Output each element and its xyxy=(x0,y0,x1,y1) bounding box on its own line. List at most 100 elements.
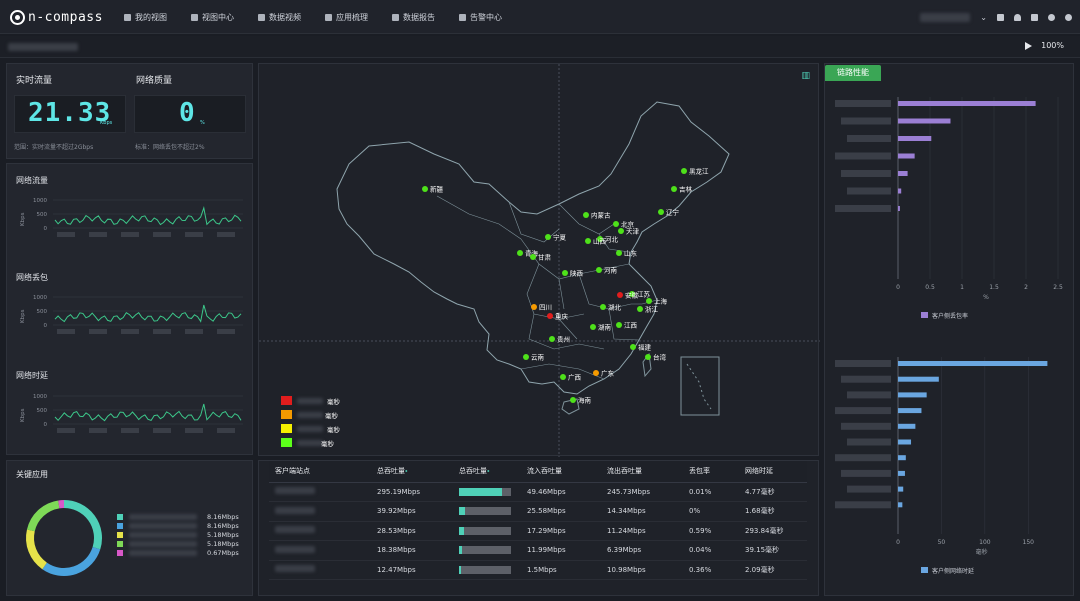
x-tick-label xyxy=(185,428,203,433)
network-quality-note: 标准：网络丢包不超过2% xyxy=(135,144,205,151)
loss-tick-1000: 1000 xyxy=(33,295,47,301)
city-marker xyxy=(658,209,664,215)
key-app-legend-item[interactable]: 0.67Mbps xyxy=(117,549,247,557)
site-name xyxy=(269,501,371,522)
category-label xyxy=(835,454,891,462)
report-icon xyxy=(392,13,399,21)
table-row[interactable]: 18.38Mbps 11.99Mbps 6.39Mbps 0.04% 39.15… xyxy=(269,540,807,561)
city-label: 云南 xyxy=(531,353,545,362)
chevron-down-icon[interactable]: ⌄ xyxy=(980,13,987,22)
x-tick-label xyxy=(185,232,203,237)
col-in[interactable]: 流入吞吐量 xyxy=(521,461,601,483)
dashboard-icon[interactable] xyxy=(1014,13,1021,21)
breadcrumb xyxy=(8,43,78,51)
site-table-panel: 客户端站点 总吞吐量⬩ 总吞吐量⬩ 流入吞吐量 流出吞吐量 丢包率 网络时延 2… xyxy=(258,460,819,596)
logo[interactable]: n-compass xyxy=(10,8,103,26)
app-name xyxy=(129,550,197,556)
nav-alert-center[interactable]: 告警中心 xyxy=(447,0,514,34)
table-row[interactable]: 12.47Mbps 1.5Mbps 10.98Mbps 0.36% 2.09毫秒 xyxy=(269,560,807,580)
category-label xyxy=(835,152,891,160)
bar xyxy=(898,101,1036,106)
key-apps-title: 关键应用 xyxy=(16,470,48,479)
realtime-panel: 实时流量 网络质量 21.33 Kbps 0 % 范围：实时流量不超过2Gbps… xyxy=(6,63,253,159)
city-label: 新疆 xyxy=(430,185,444,194)
category-label xyxy=(847,485,891,493)
gear-icon[interactable] xyxy=(1048,13,1055,21)
city-label: 台湾 xyxy=(653,353,667,362)
x-axis-label: 毫秒 xyxy=(976,548,988,556)
legend-swatch xyxy=(117,541,123,547)
col-loss[interactable]: 丢包率 xyxy=(683,461,739,483)
nav-label: 告警中心 xyxy=(470,12,502,22)
inbound-throughput: 11.99Mbps xyxy=(521,540,601,561)
grid-icon xyxy=(191,13,198,21)
key-apps-donut[interactable] xyxy=(19,493,109,583)
col-total[interactable]: 总吞吐量⬩ xyxy=(371,461,453,483)
table-row[interactable]: 28.53Mbps 17.29Mbps 11.24Mbps 0.59% 293.… xyxy=(269,521,807,541)
user-selector[interactable] xyxy=(920,12,971,22)
col-label: 总吞吐量 xyxy=(459,467,487,476)
col-out[interactable]: 流出吞吐量 xyxy=(601,461,683,483)
notification-bell-icon[interactable] xyxy=(1031,13,1038,21)
city-label: 安徽 xyxy=(625,291,639,300)
city-marker xyxy=(570,397,576,403)
table-row[interactable]: 295.19Mbps 49.46Mbps 245.73Mbps 0.01% 4.… xyxy=(269,482,807,502)
packet-loss: 0.04% xyxy=(683,540,739,561)
throughput-bar xyxy=(453,560,521,580)
latency-ylabel: Kbps xyxy=(20,408,26,422)
network-latency-bar-chart: 0 50 100 150 毫秒客户侧网络时延 xyxy=(835,357,1048,575)
x-tick-label: 2.5 xyxy=(1053,284,1063,291)
play-icon[interactable] xyxy=(1025,42,1032,50)
nav-view-center[interactable]: 视图中心 xyxy=(179,0,246,34)
sort-icon[interactable]: ⬩ xyxy=(405,467,408,475)
city-label: 辽宁 xyxy=(666,208,680,217)
inbound-throughput: 17.29Mbps xyxy=(521,521,601,541)
city-label: 吉林 xyxy=(679,185,693,194)
latency-tick-0: 0 xyxy=(43,422,48,428)
category-label xyxy=(841,469,891,477)
city-marker xyxy=(590,324,596,330)
city-marker xyxy=(560,374,566,380)
inbound-throughput: 49.46Mbps xyxy=(521,482,601,502)
legend-swatch xyxy=(281,396,292,405)
nav-app-mapping[interactable]: 应用梳理 xyxy=(313,0,380,34)
latency: 4.77毫秒 xyxy=(739,482,807,502)
key-app-legend-item[interactable]: 5.18Mbps xyxy=(117,540,247,548)
app-value: 8.16Mbps xyxy=(207,513,239,521)
network-latency-title: 网络时延 xyxy=(16,371,48,380)
legend-swatch xyxy=(921,312,928,318)
category-label xyxy=(835,407,891,415)
table-row[interactable]: 39.92Mbps 25.58Mbps 14.34Mbps 0% 1.68毫秒 xyxy=(269,501,807,522)
col-latency[interactable]: 网络时延 xyxy=(739,461,807,483)
bar xyxy=(898,136,932,141)
col-site[interactable]: 客户端站点 xyxy=(269,461,371,483)
city-marker xyxy=(531,304,537,310)
nav-data-video[interactable]: 数据视频 xyxy=(246,0,313,34)
flow-tick-0: 0 xyxy=(43,226,48,232)
category-label xyxy=(835,205,891,212)
packet-loss: 0.36% xyxy=(683,560,739,580)
latency: 1.68毫秒 xyxy=(739,501,807,522)
tree-icon xyxy=(325,13,332,21)
packet-loss: 0.59% xyxy=(683,521,739,541)
key-app-legend-item[interactable]: 5.18Mbps xyxy=(117,531,247,539)
screen-icon[interactable] xyxy=(997,13,1004,21)
col-total-bar[interactable]: 总吞吐量⬩ xyxy=(453,461,521,483)
key-app-legend-item[interactable]: 8.16Mbps xyxy=(117,522,247,530)
sort-icon[interactable]: ⬩ xyxy=(487,467,490,475)
network-latency-chart xyxy=(53,395,243,433)
latency: 293.84毫秒 xyxy=(739,521,807,541)
nav-data-report[interactable]: 数据报告 xyxy=(380,0,447,34)
x-tick-label xyxy=(121,428,139,433)
city-marker xyxy=(618,228,624,234)
nav-label: 数据视频 xyxy=(269,12,301,22)
legend-swatch xyxy=(117,523,123,529)
zoom-level[interactable]: 100% xyxy=(1041,41,1064,50)
user-icon[interactable] xyxy=(1065,13,1072,21)
category-label xyxy=(847,438,891,446)
nav-my-views[interactable]: 我的视图 xyxy=(112,0,179,34)
x-tick-label: 1 xyxy=(960,284,964,291)
x-tick-label xyxy=(57,329,75,334)
category-label xyxy=(835,100,891,107)
key-app-legend-item[interactable]: 8.16Mbps xyxy=(117,513,247,521)
